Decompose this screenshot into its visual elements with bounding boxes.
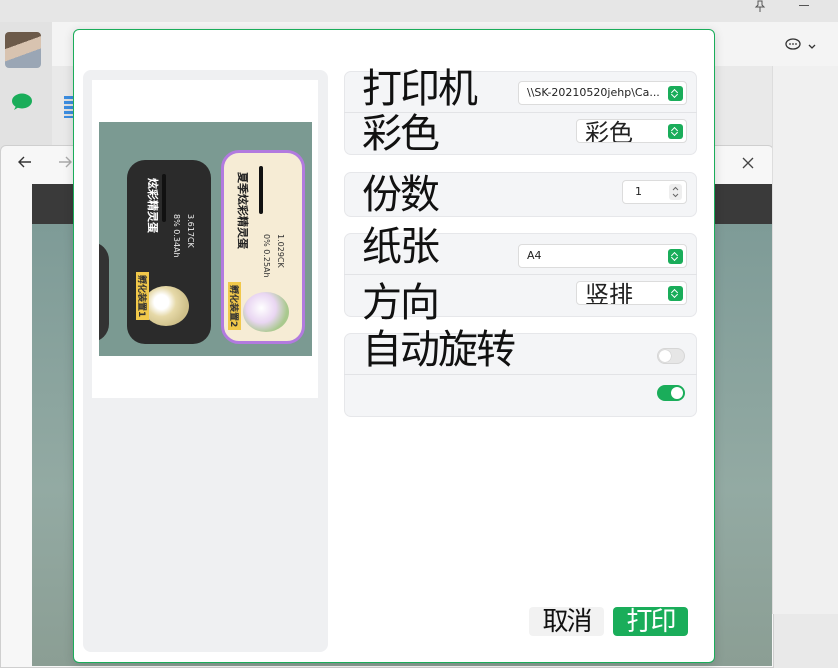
select-arrows-icon xyxy=(668,86,683,101)
paper-label: 纸张 xyxy=(362,224,440,270)
preview-card2-stat2: 1.029CK xyxy=(276,234,285,268)
divider xyxy=(344,374,697,375)
select-arrows-icon xyxy=(668,286,683,301)
select-arrows-icon xyxy=(668,249,683,264)
orientation-label: 方向 xyxy=(362,280,440,326)
orientation-select[interactable]: 竖排 xyxy=(576,281,687,305)
back-arrow-icon[interactable] xyxy=(17,154,33,170)
pin-icon[interactable] xyxy=(754,0,766,15)
preview-card1-stat2: 3.617CK xyxy=(186,214,195,248)
preview-card-partial xyxy=(99,242,109,342)
title-bar xyxy=(0,0,838,22)
orientation-select-value: 竖排 xyxy=(585,281,633,305)
preview-egg-2 xyxy=(243,292,289,332)
avatar[interactable] xyxy=(5,32,41,68)
preview-card2-tag: 孵化装置2 xyxy=(228,282,241,331)
chat-bubble-icon[interactable] xyxy=(785,37,801,51)
print-button[interactable]: 打印 xyxy=(613,607,688,636)
color-label: 彩色 xyxy=(362,111,440,157)
preview-card2-stat1: 0% 0.25Ah xyxy=(262,234,271,278)
copies-input[interactable]: 1 xyxy=(622,180,687,204)
color-select-value: 彩色 xyxy=(585,119,633,143)
minimize-icon[interactable] xyxy=(794,0,814,12)
printer-select[interactable]: \\SK-20210520jehp\Ca... xyxy=(518,81,687,105)
copies-label: 份数 xyxy=(362,172,440,218)
preview-card1-tag: 孵化装置1 xyxy=(136,272,149,321)
auto-toggle[interactable] xyxy=(657,348,685,364)
divider xyxy=(344,274,697,275)
color-select[interactable]: 彩色 xyxy=(576,119,687,143)
preview-card2-title: 夏季炫彩精灵蛋 xyxy=(236,172,249,249)
preview-egg-1 xyxy=(143,286,189,326)
select-arrows-icon xyxy=(668,124,683,139)
forward-arrow-icon[interactable] xyxy=(57,154,73,170)
spin-buttons-icon[interactable] xyxy=(669,184,682,200)
preview-image: 孵蛋 炫彩精灵蛋 8% 0.34Ah 3.617CK 孵化装置1 夏季炫彩精灵蛋… xyxy=(99,122,312,356)
auto-rotate-label: 自动旋转 xyxy=(362,327,516,373)
preview-card1-stat1: 8% 0.34Ah xyxy=(172,214,181,258)
right-panel xyxy=(772,66,838,614)
paper-select[interactable]: A4 xyxy=(518,244,687,268)
rotate-toggle[interactable] xyxy=(657,385,685,401)
printer-select-value: \\SK-20210520jehp\Ca... xyxy=(527,86,660,99)
chat-icon[interactable] xyxy=(11,93,33,111)
paper-select-value: A4 xyxy=(527,249,542,262)
close-icon[interactable] xyxy=(741,155,755,169)
preview-gauge-1 xyxy=(162,174,166,222)
chevron-down-icon[interactable] xyxy=(807,37,817,49)
preview-card1-title: 炫彩精灵蛋 xyxy=(146,178,159,233)
cancel-button[interactable]: 取消 xyxy=(529,607,604,636)
copies-value: 1 xyxy=(635,185,642,198)
preview-gauge-2 xyxy=(259,166,263,214)
printer-label: 打印机 xyxy=(362,66,478,112)
